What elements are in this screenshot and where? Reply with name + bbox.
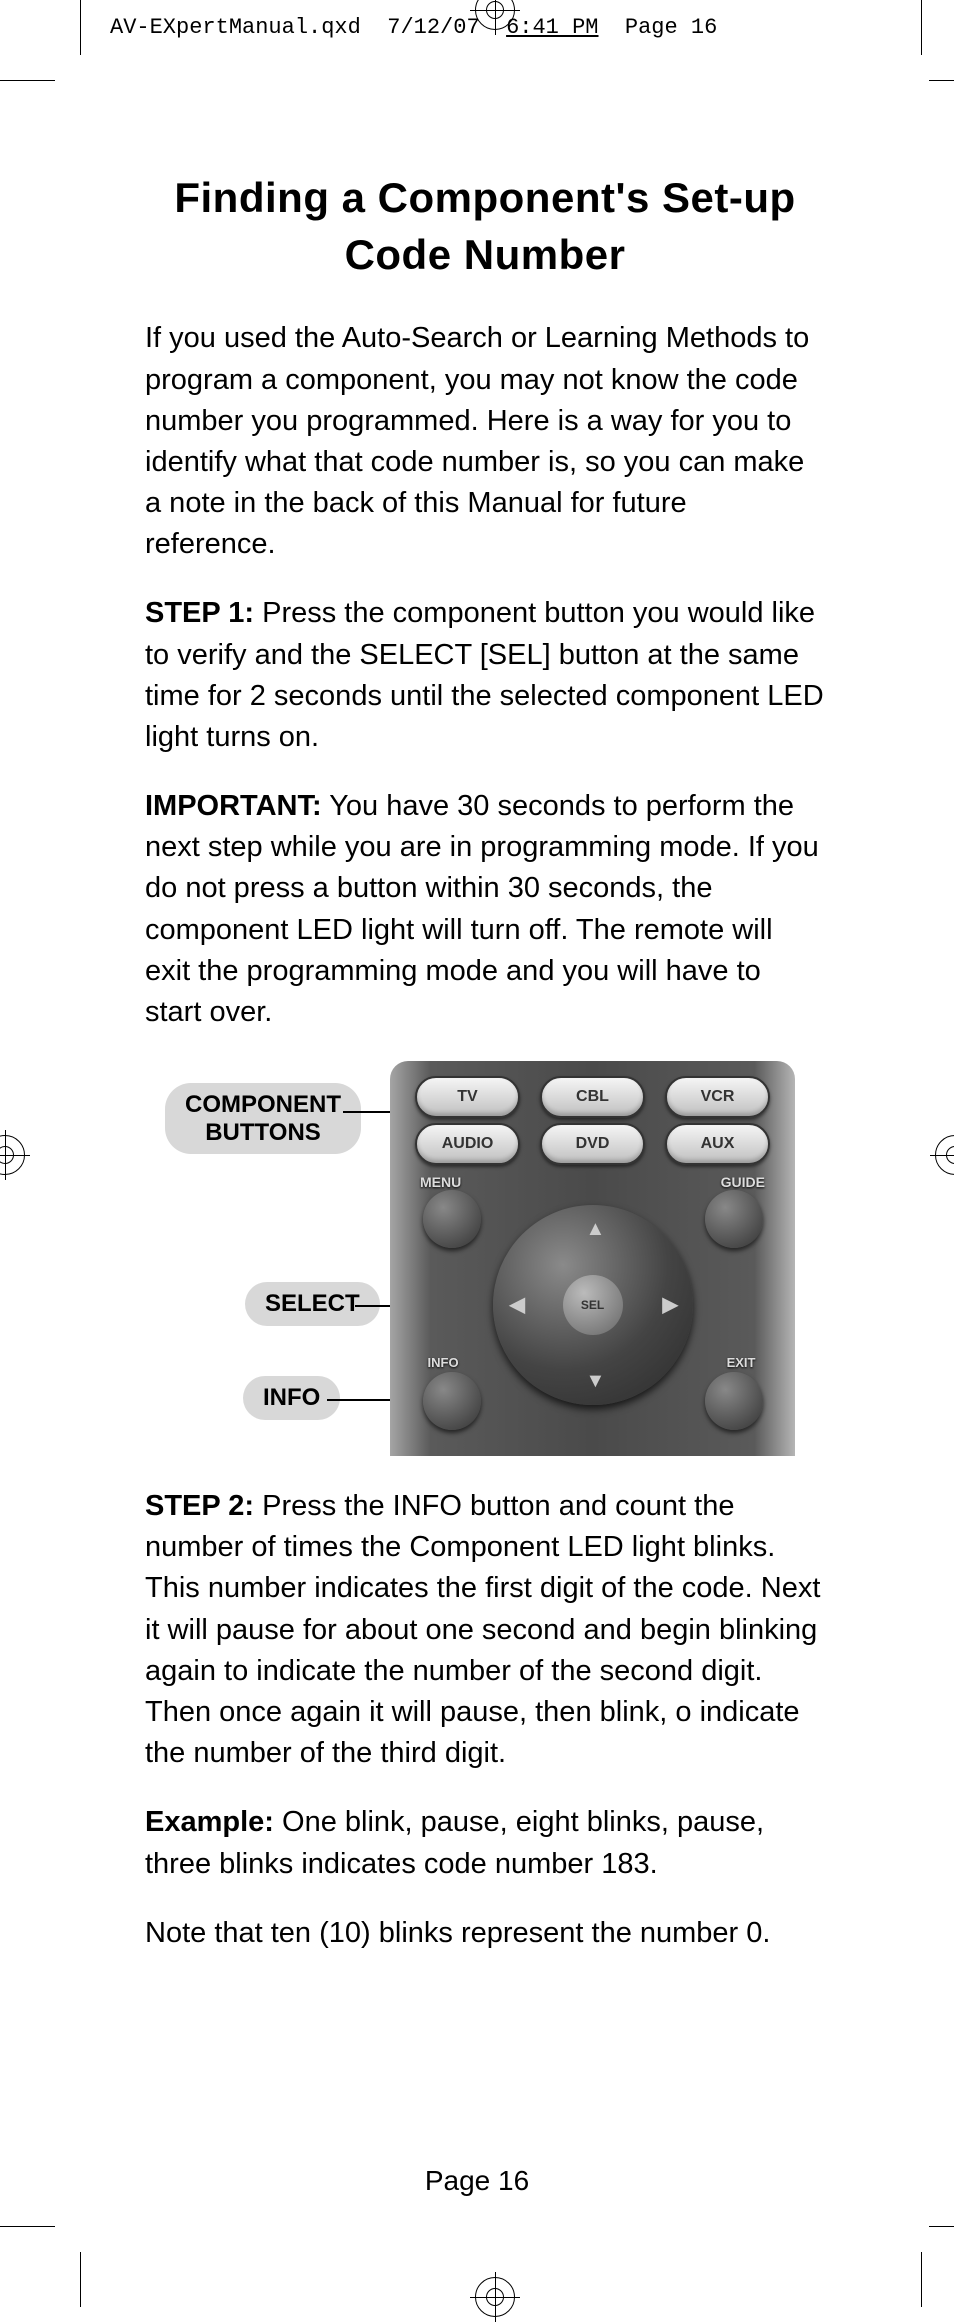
remote-btn-dvd: DVD: [540, 1123, 645, 1165]
step-1-label: STEP 1:: [145, 597, 254, 629]
crop-mark: [929, 2226, 954, 2227]
step-2-label: STEP 2:: [145, 1490, 254, 1522]
intro-paragraph: If you used the Auto-Search or Learning …: [145, 318, 825, 565]
remote-guide-btn: [705, 1190, 763, 1248]
page-number: Page 16: [0, 2165, 954, 2197]
note-paragraph: Note that ten (10) blinks represent the …: [145, 1913, 825, 1954]
remote-label-info: INFO: [428, 1355, 459, 1370]
step-2-text: Press the INFO button and count the numb…: [145, 1490, 820, 1769]
remote-btn-aux: AUX: [665, 1123, 770, 1165]
remote-label-exit: EXIT: [727, 1355, 756, 1370]
crop-mark: [0, 80, 55, 81]
example-label: Example:: [145, 1806, 274, 1838]
remote-sel-btn: SEL: [563, 1275, 623, 1335]
remote-nav-cluster: ▲ ▼ ◀ ▶ SEL INFO EXIT: [468, 1190, 718, 1420]
nav-left-icon: ◀: [510, 1292, 525, 1317]
nav-right-icon: ▶: [663, 1292, 678, 1317]
crop-mark: [921, 2252, 922, 2307]
remote-btn-vcr: VCR: [665, 1076, 770, 1118]
filename: AV-EXpertManual.qxd: [110, 15, 361, 40]
registration-mark: [930, 1130, 954, 1180]
page-title: Finding a Component's Set-up Code Number: [145, 170, 825, 283]
remote-btn-audio: AUDIO: [415, 1123, 520, 1165]
file-time: 6:41 PM: [506, 15, 598, 40]
file-date: 7/12/07: [387, 15, 479, 40]
nav-down-icon: ▼: [586, 1370, 606, 1393]
remote-info-btn: [423, 1372, 481, 1430]
remote-label-menu: MENU: [420, 1174, 461, 1190]
registration-mark: [0, 1130, 30, 1180]
example-paragraph: Example: One blink, pause, eight blinks,…: [145, 1802, 825, 1884]
important-label: IMPORTANT:: [145, 790, 322, 822]
important-text: You have 30 seconds to perform the next …: [145, 790, 819, 1028]
remote-btn-cbl: CBL: [540, 1076, 645, 1118]
crop-mark: [921, 0, 922, 55]
crop-mark: [0, 2226, 55, 2227]
remote-body: TV CBL VCR AUDIO DVD AUX MENU GUIDE ▲ ▼: [390, 1061, 795, 1456]
step-2-paragraph: STEP 2: Press the INFO button and count …: [145, 1486, 825, 1774]
callout-select: SELECT: [245, 1282, 380, 1326]
remote-menu-btn: [423, 1190, 481, 1248]
remote-label-guide: GUIDE: [721, 1174, 765, 1190]
crop-mark: [80, 0, 81, 55]
important-paragraph: IMPORTANT: You have 30 seconds to perfor…: [145, 786, 825, 1033]
callout-component-buttons: COMPONENTBUTTONS: [165, 1083, 361, 1154]
remote-diagram: COMPONENTBUTTONS SELECT INFO TV CBL VCR …: [145, 1061, 825, 1456]
crop-mark: [929, 80, 954, 81]
callout-info: INFO: [243, 1376, 340, 1420]
remote-exit-btn: [705, 1372, 763, 1430]
file-header: AV-EXpertManual.qxd 7/12/07 6:41 PM Page…: [110, 15, 717, 40]
crop-mark: [80, 2252, 81, 2307]
file-page: Page 16: [625, 15, 717, 40]
step-1-paragraph: STEP 1: Press the component button you w…: [145, 593, 825, 758]
remote-btn-tv: TV: [415, 1076, 520, 1118]
registration-mark: [470, 2272, 520, 2322]
nav-up-icon: ▲: [586, 1218, 606, 1241]
